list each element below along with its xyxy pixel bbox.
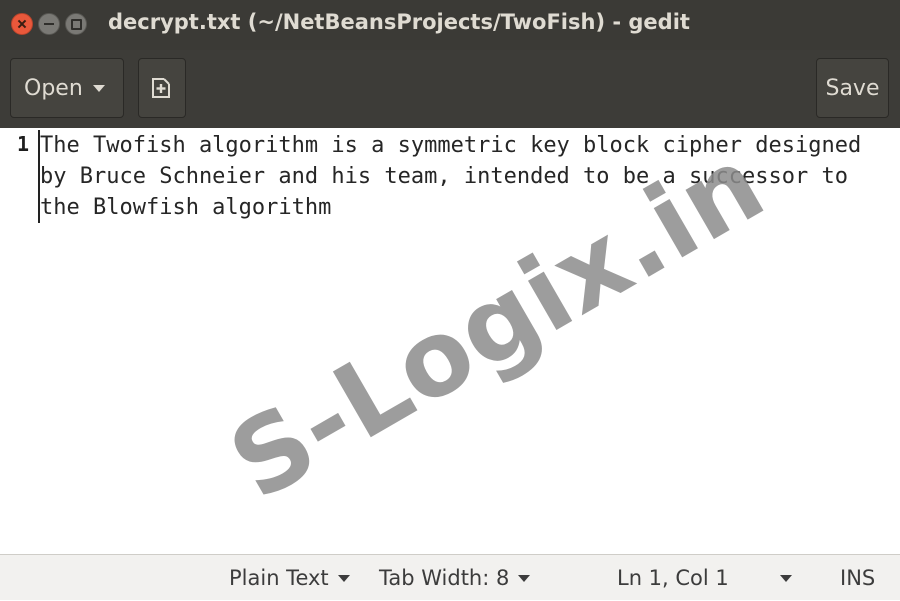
new-document-icon [152, 78, 170, 98]
status-bar: Plain Text Tab Width: 8 Ln 1, Col 1 INS [0, 554, 900, 600]
window-title: decrypt.txt (~/NetBeansProjects/TwoFish)… [108, 10, 690, 34]
open-button[interactable]: Open [10, 58, 124, 118]
document-text[interactable]: The Twofish algorithm is a symmetric key… [38, 130, 890, 223]
title-bar: decrypt.txt (~/NetBeansProjects/TwoFish)… [0, 0, 900, 50]
maximize-icon[interactable] [65, 13, 87, 35]
chevron-down-icon [518, 574, 531, 582]
insert-mode-indicator[interactable]: INS [840, 555, 875, 601]
open-button-label: Open [24, 75, 83, 101]
minimize-icon[interactable] [38, 13, 60, 35]
language-selector[interactable]: Plain Text [229, 555, 350, 601]
chevron-down-icon [337, 574, 350, 582]
chevron-down-icon [780, 574, 792, 582]
line-number: 1 [16, 132, 29, 156]
tab-width-selector[interactable]: Tab Width: 8 [379, 555, 531, 601]
position-dropdown[interactable] [780, 555, 792, 601]
tab-width-label: Tab Width: 8 [379, 566, 510, 590]
text-editor[interactable]: 1 The Twofish algorithm is a symmetric k… [0, 128, 900, 554]
chevron-down-icon [92, 84, 105, 92]
save-button[interactable]: Save [816, 58, 889, 118]
line-number-gutter: 1 [0, 128, 33, 554]
close-icon[interactable] [11, 13, 33, 35]
header-toolbar: Open Save [0, 50, 900, 128]
language-label: Plain Text [229, 566, 329, 590]
new-document-button[interactable] [138, 58, 186, 118]
cursor-position[interactable]: Ln 1, Col 1 [617, 555, 729, 601]
